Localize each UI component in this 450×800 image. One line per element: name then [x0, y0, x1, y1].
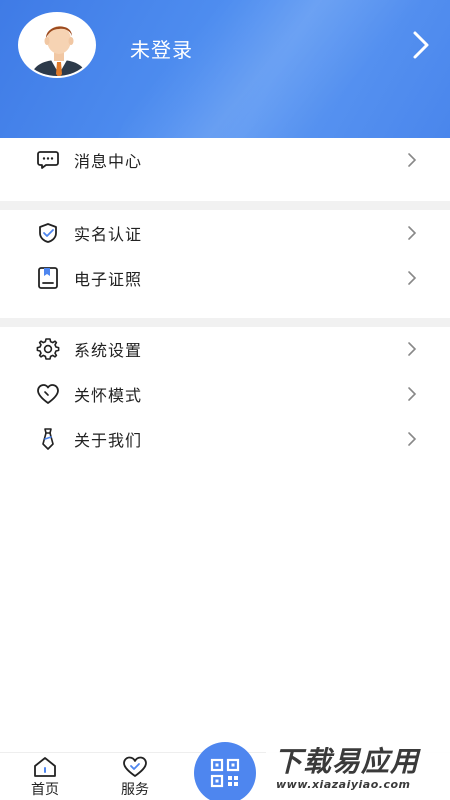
menu-item-label: 消息中心 [74, 152, 143, 171]
chevron-right-icon [408, 271, 417, 285]
section-divider [0, 201, 450, 210]
chevron-right-icon [408, 226, 417, 240]
tab-label: 首页 [31, 782, 59, 798]
menu-item-label: 关于我们 [74, 431, 143, 450]
tab-home[interactable]: 首页 [15, 753, 75, 800]
menu-item-label: 系统设置 [74, 341, 143, 360]
menu-item-care-mode[interactable]: 关怀模式 [0, 372, 450, 416]
scan-button[interactable] [194, 742, 256, 800]
chevron-right-icon [408, 387, 417, 401]
qr-code-icon [210, 758, 240, 788]
menu-item-real-name-auth[interactable]: 实名认证 [0, 211, 450, 255]
message-icon [36, 148, 60, 172]
tie-icon [36, 427, 60, 451]
menu-group-messages: 消息中心 [0, 138, 450, 201]
tab-label: 服务 [121, 782, 149, 798]
section-divider [0, 318, 450, 327]
shield-check-icon [36, 221, 60, 245]
login-status-label[interactable]: 未登录 [130, 34, 193, 63]
service-heart-icon [123, 756, 147, 777]
avatar-illustration [20, 14, 94, 76]
chevron-right-icon [408, 432, 417, 446]
certificate-icon [36, 266, 60, 290]
home-icon [34, 757, 56, 777]
menu-item-label: 关怀模式 [74, 386, 143, 405]
tab-services[interactable]: 服务 [105, 753, 165, 800]
watermark-title: 下载易应用 [274, 745, 420, 778]
chevron-right-icon[interactable] [408, 30, 434, 60]
chevron-right-icon [408, 153, 417, 167]
watermark: 下载易应用 www.xiazaiyiao.com [266, 738, 450, 800]
chevron-right-icon [408, 342, 417, 356]
watermark-url: www.xiazaiyiao.com [276, 778, 411, 791]
header-shine [109, 0, 450, 138]
menu-item-label: 实名认证 [74, 225, 143, 244]
heart-icon [36, 382, 60, 406]
avatar[interactable] [18, 12, 96, 78]
menu-group-identity: 实名认证 电子证照 [0, 210, 450, 318]
menu-item-e-certificate[interactable]: 电子证照 [0, 256, 450, 300]
menu-group-settings: 系统设置 关怀模式 关于我们 [0, 327, 450, 467]
gear-icon [36, 337, 60, 361]
menu-item-message-center[interactable]: 消息中心 [0, 138, 450, 182]
menu-item-system-settings[interactable]: 系统设置 [0, 327, 450, 371]
menu-item-about-us[interactable]: 关于我们 [0, 417, 450, 461]
profile-header[interactable]: 未登录 [0, 0, 450, 138]
menu-item-label: 电子证照 [74, 270, 143, 289]
